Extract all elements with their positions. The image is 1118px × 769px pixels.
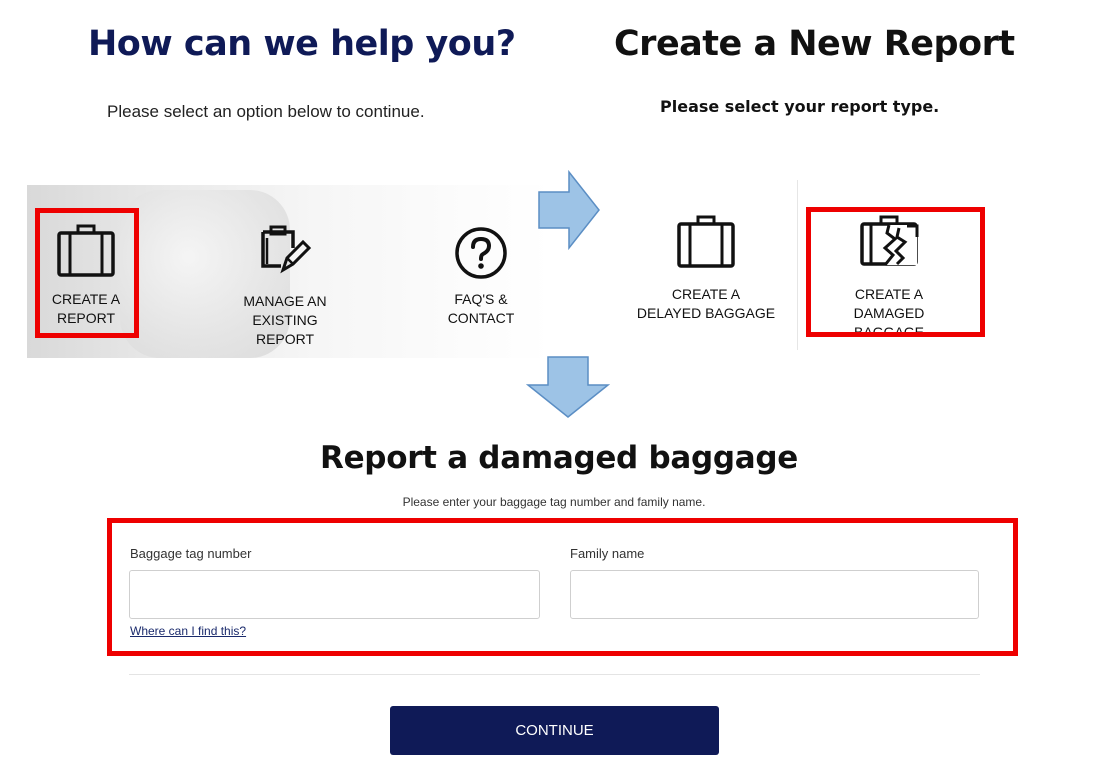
highlight-create-report: [35, 208, 139, 338]
arrow-right-icon: [538, 170, 600, 250]
option-label-line1: FAQ'S &: [454, 291, 508, 307]
clipboard-edit-icon: [261, 225, 312, 274]
continue-button[interactable]: CONTINUE: [390, 706, 719, 755]
question-circle-icon: [455, 227, 507, 279]
highlight-damaged-baggage: [806, 207, 985, 337]
option-label-line2: DELAYED BAGGAGE: [636, 305, 776, 321]
create-title: Create a New Report: [614, 24, 1015, 64]
option-label-line1: MANAGE AN: [243, 293, 327, 309]
arrow-down-icon: [526, 356, 610, 418]
report-subtitle: Please enter your baggage tag number and…: [402, 495, 706, 509]
option-label-line2: CONTACT: [447, 310, 515, 326]
form-divider: [129, 674, 980, 675]
option-label-line1: CREATE A: [671, 286, 741, 302]
option-label-line2: EXISTING REPORT: [252, 312, 318, 347]
option-delayed-baggage[interactable]: CREATE A DELAYED BAGGAGE: [636, 215, 776, 323]
highlight-form-fields: [107, 518, 1018, 656]
option-faq-contact[interactable]: FAQ'S & CONTACT: [438, 226, 524, 328]
options-divider: [797, 180, 798, 350]
create-subtitle: Please select your report type.: [660, 97, 940, 116]
help-subtitle: Please select an option below to continu…: [107, 102, 425, 121]
option-manage-report[interactable]: MANAGE AN EXISTING REPORT: [223, 224, 347, 349]
help-title: How can we help you?: [88, 24, 516, 64]
suitcase-icon: [677, 215, 735, 268]
report-title: Report a damaged baggage: [320, 440, 798, 476]
